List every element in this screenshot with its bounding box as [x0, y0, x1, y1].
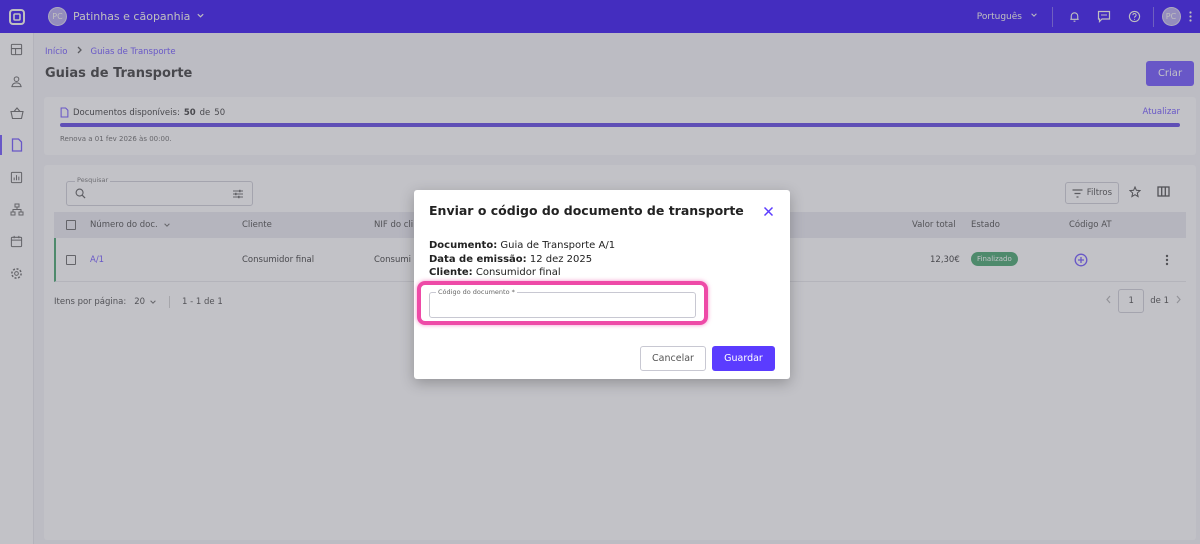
client-detail-row: Cliente: Consumidor final — [429, 266, 615, 280]
document-detail-value: Guia de Transporte A/1 — [500, 240, 616, 251]
document-detail-label: Documento: — [429, 240, 498, 251]
modal-backdrop-side — [0, 33, 34, 544]
close-icon[interactable] — [763, 206, 774, 220]
save-button[interactable]: Guardar — [712, 346, 775, 371]
send-document-code-dialog: Enviar o código do documento de transpor… — [414, 190, 790, 379]
document-code-label: Código do documento * — [436, 288, 517, 296]
dialog-title: Enviar o código do documento de transpor… — [429, 203, 744, 218]
document-code-input[interactable] — [430, 293, 695, 317]
issue-date-label: Data de emissão: — [429, 253, 527, 265]
document-details: Documento: Guia de Transporte A/1 Data d… — [429, 239, 615, 280]
document-detail-row: Documento: Guia de Transporte A/1 — [429, 239, 615, 253]
document-code-field[interactable]: Código do documento * — [429, 288, 696, 318]
cancel-button[interactable]: Cancelar — [640, 346, 706, 371]
issue-date-value: 12 dez 2025 — [529, 253, 593, 265]
client-detail-label: Cliente: — [429, 267, 473, 278]
issue-date-detail-row: Data de emissão: 12 dez 2025 — [429, 253, 615, 267]
client-detail-value: Consumidor final — [475, 267, 561, 278]
modal-backdrop-top — [0, 0, 1200, 33]
